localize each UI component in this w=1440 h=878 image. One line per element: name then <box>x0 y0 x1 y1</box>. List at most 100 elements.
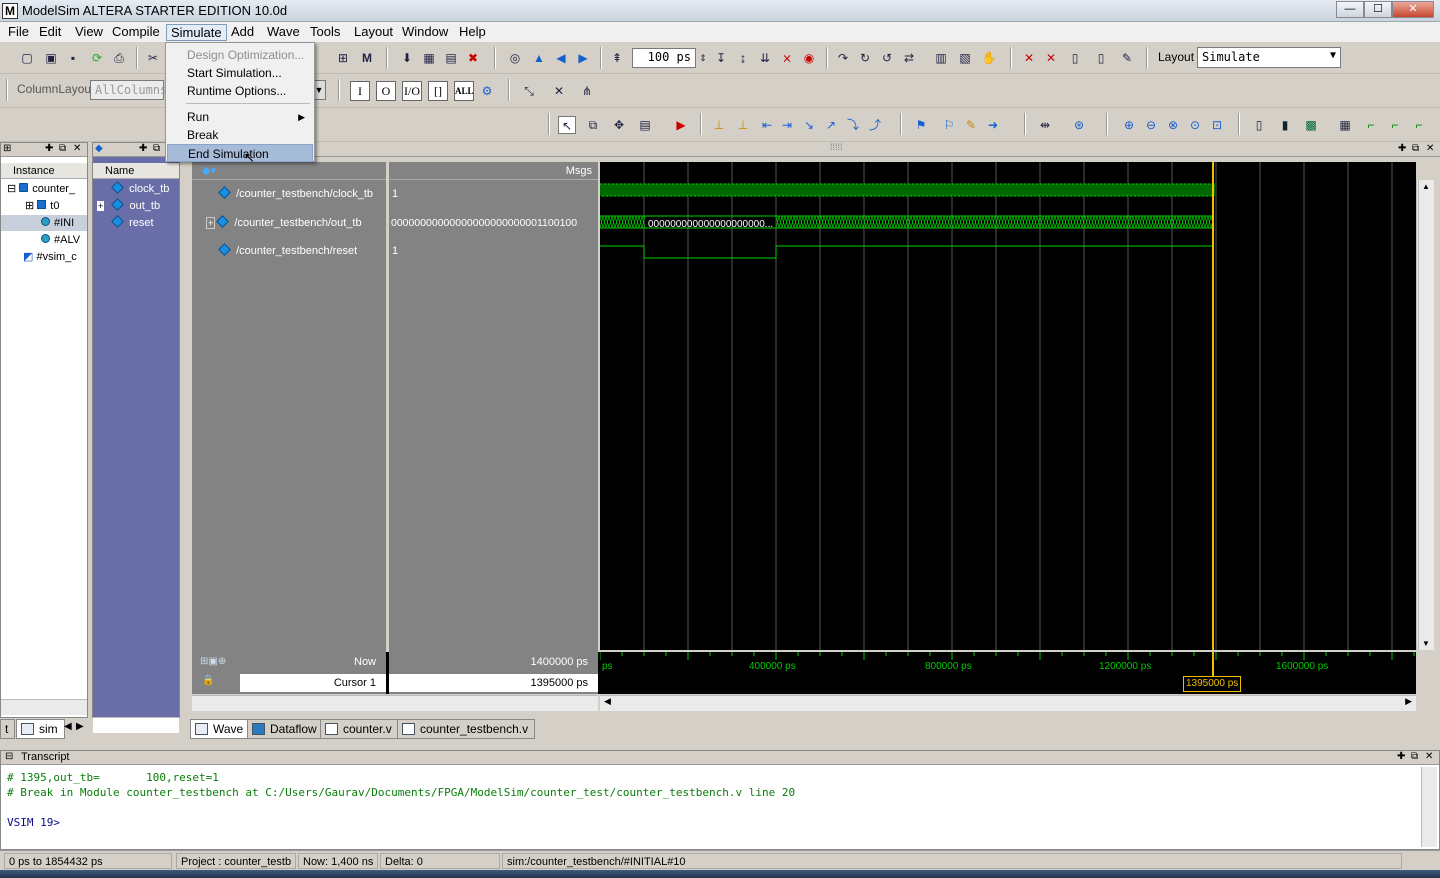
new-file-icon[interactable]: ▢ <box>18 49 36 67</box>
stop-icon[interactable]: ◉ <box>800 49 818 67</box>
zoom-cursor-icon[interactable]: ⊙ <box>1186 116 1204 134</box>
tab-sim[interactable]: sim <box>16 719 65 739</box>
lock-icon[interactable]: 🔒 <box>202 675 214 686</box>
menu-layout[interactable]: Layout <box>350 24 397 41</box>
wave-canvas[interactable]: 000000000000000000000... <box>599 162 1432 650</box>
bookmark-go-icon[interactable]: ➜ <box>984 116 1002 134</box>
expand-icon[interactable]: + <box>206 217 216 229</box>
scroll-down-icon[interactable]: ▼ <box>1422 639 1430 648</box>
break-sim-icon[interactable]: ⨯ <box>778 49 796 67</box>
memory-profile-icon[interactable]: ▧ <box>956 49 974 67</box>
bookmark-edit-icon[interactable]: ✎ <box>962 116 980 134</box>
transcript-close-icon[interactable]: ✕ <box>1425 751 1433 762</box>
zoom-out-icon[interactable]: ⊖ <box>1142 116 1160 134</box>
refresh-icon[interactable]: ⟳ <box>88 49 106 67</box>
zoom-range-icon[interactable]: ⊡ <box>1208 116 1226 134</box>
names-hscrollbar[interactable] <box>192 695 598 711</box>
find-next-edge-icon[interactable]: ⇥ <box>778 116 796 134</box>
delete-cursor-icon[interactable]: ✕ <box>1020 49 1038 67</box>
pan-mode-icon[interactable]: ✥ <box>610 116 628 134</box>
object-out-tb[interactable]: + out_tb <box>97 198 160 214</box>
wave-layout-3-icon[interactable]: ▩ <box>1302 116 1320 134</box>
menu-item-runtime-options[interactable]: Runtime Options... <box>167 82 313 100</box>
break-icon[interactable]: ✖ <box>464 49 482 67</box>
wave-format-3-icon[interactable]: ⌐ <box>1386 116 1404 134</box>
collapse-icon[interactable]: ✕ <box>550 82 568 100</box>
scroll-right-icon[interactable]: ▶ <box>1405 696 1412 707</box>
rising-edge-icon[interactable]: ↗ <box>822 116 840 134</box>
transcript-dock-icon[interactable]: ✚ <box>1397 751 1405 762</box>
wave-hscrollbar[interactable]: ◀ ▶ <box>600 695 1416 711</box>
menu-item-design-optimization[interactable]: Design Optimization... <box>167 46 313 64</box>
falling-edge-icon[interactable]: ↘ <box>800 116 818 134</box>
panel-dock-icon[interactable]: ✚ <box>139 143 147 154</box>
edit-mode-icon[interactable]: ▤ <box>636 116 654 134</box>
menu-wave[interactable]: Wave <box>263 24 304 41</box>
maximize-button[interactable]: ☐ <box>1364 1 1392 18</box>
tree-item-initial[interactable]: #INI <box>1 215 87 231</box>
up-arrow-icon[interactable]: ▲ <box>530 49 548 67</box>
filter-input-button[interactable]: I <box>350 81 370 101</box>
step-icon[interactable]: ↷ <box>834 49 852 67</box>
memory-icon[interactable]: M <box>358 49 376 67</box>
tab-wave[interactable]: Wave <box>190 719 251 739</box>
transcript-prompt[interactable]: VSIM 19> <box>7 816 60 829</box>
edit-icon[interactable]: ✎ <box>1118 49 1136 67</box>
column-layout-select[interactable]: AllColumns <box>90 80 167 100</box>
tab-counter-v[interactable]: counter.v <box>320 719 399 739</box>
cursor-1-label[interactable]: Cursor 1 <box>240 674 386 692</box>
step-back-icon[interactable]: ⇄ <box>900 49 918 67</box>
wave-signal-out-tb[interactable]: + /counter_testbench/out_tb <box>206 214 362 232</box>
name-column-header[interactable]: Name <box>93 163 179 179</box>
close-button[interactable]: ✕ <box>1392 1 1434 18</box>
split-icon[interactable]: ⇹ <box>1036 116 1054 134</box>
tree-item-t0[interactable]: ⊞ t0 <box>25 198 59 214</box>
run-all-icon[interactable]: ⇊ <box>756 49 774 67</box>
tree-item-counter[interactable]: ⊟ counter_ <box>7 181 75 197</box>
cut-icon[interactable]: ✂ <box>144 49 162 67</box>
performance-icon[interactable]: ▥ <box>932 49 950 67</box>
menu-help[interactable]: Help <box>455 24 490 41</box>
restart-icon[interactable]: ⇞ <box>608 49 626 67</box>
copy-icon[interactable]: ▯ <box>1066 49 1084 67</box>
panel-undock-icon[interactable]: ⧉ <box>59 143 66 154</box>
next-rising-icon[interactable]: ⤴ <box>866 116 884 134</box>
zoom-in-icon[interactable]: ⊕ <box>1120 116 1138 134</box>
save-icon[interactable]: ▪ <box>64 49 82 67</box>
insert-cursor-icon[interactable]: ⊥ <box>710 116 728 134</box>
zoom-full-icon[interactable]: ⊗ <box>1164 116 1182 134</box>
tab-counter-testbench-v[interactable]: counter_testbench.v <box>397 719 536 739</box>
step-out-icon[interactable]: ↺ <box>878 49 896 67</box>
transcript-vscrollbar[interactable] <box>1421 767 1437 847</box>
find-icon[interactable]: ◎ <box>506 49 524 67</box>
continue-icon[interactable]: ↨ <box>734 49 752 67</box>
wrench-icon[interactable]: ⚙ <box>478 82 496 100</box>
paste-icon[interactable]: ▯ <box>1092 49 1110 67</box>
filter-output-button[interactable]: O <box>376 81 396 101</box>
wave-dock-icon[interactable]: ✚ <box>1398 143 1406 154</box>
filter-internal-button[interactable]: [] <box>428 81 448 101</box>
wave-format-1-icon[interactable]: ▦ <box>1336 116 1354 134</box>
zoom-mode-icon[interactable]: ⧉ <box>584 116 602 134</box>
print-icon[interactable]: ⎙ <box>110 49 128 67</box>
expand-icon[interactable]: ⤡ <box>520 82 538 100</box>
wave-close-icon[interactable]: ✕ <box>1426 143 1434 154</box>
wave-signal-clock-tb[interactable]: /counter_testbench/clock_tb <box>218 185 373 203</box>
transcript-undock-icon[interactable]: ⧉ <box>1411 751 1418 762</box>
menu-view[interactable]: View <box>71 24 107 41</box>
hand-icon[interactable]: ✋ <box>980 49 998 67</box>
wave-format-4-icon[interactable]: ⌐ <box>1410 116 1428 134</box>
objects-hscrollbar[interactable] <box>93 717 179 733</box>
simulate-icon[interactable]: ▤ <box>442 49 460 67</box>
bookmark-add-icon[interactable]: ⚑ <box>912 116 930 134</box>
menu-tools[interactable]: Tools <box>306 24 344 41</box>
wave-undock-icon[interactable]: ⧉ <box>1412 143 1419 154</box>
dataflow-icon[interactable]: ▶ <box>672 116 690 134</box>
tab-scroll-left-icon[interactable]: ◀ <box>64 721 72 732</box>
run-icon[interactable]: ↧ <box>712 49 730 67</box>
find-previous-edge-icon[interactable]: ⇤ <box>758 116 776 134</box>
bookmark-icon[interactable]: ⚐ <box>940 116 958 134</box>
grip-icon[interactable]: ⁞⁞⁞⁞⁞ <box>830 142 843 152</box>
object-reset[interactable]: reset <box>111 215 154 231</box>
object-clock-tb[interactable]: clock_tb <box>111 181 169 197</box>
